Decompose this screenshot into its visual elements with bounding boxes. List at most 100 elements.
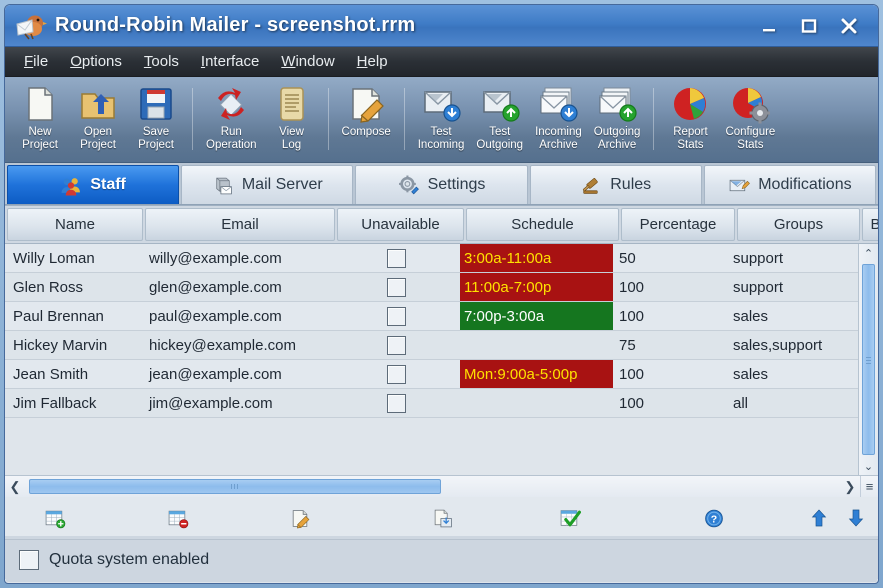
cell-unavailable[interactable] (333, 331, 460, 359)
cell-email[interactable]: glen@example.com (143, 273, 333, 301)
tab-staff[interactable]: Staff (7, 165, 180, 204)
cell-unavailable[interactable] (333, 273, 460, 301)
cell-email[interactable]: jean@example.com (143, 360, 333, 388)
cell-percentage[interactable]: 100 (613, 273, 727, 301)
toolbar-button-test-incoming[interactable]: Test Incoming (412, 80, 471, 162)
people-icon (60, 175, 82, 196)
table-row[interactable]: Paul Brennan paul@example.com 7:00p-3:00a 1… (5, 302, 878, 331)
cell-groups[interactable]: support (727, 273, 850, 301)
horizontal-scroll-track[interactable] (25, 476, 840, 497)
cell-percentage[interactable]: 75 (613, 331, 727, 359)
cell-groups[interactable]: support (727, 244, 850, 272)
cell-percentage[interactable]: 50 (613, 244, 727, 272)
scroll-up-button[interactable]: ⌃ (859, 244, 878, 262)
unavailable-checkbox[interactable] (387, 393, 406, 413)
column-header-schedule[interactable]: Schedule (466, 208, 619, 241)
schedule-badge[interactable]: Mon:9:00a-5:00p (460, 360, 613, 388)
cell-unavailable[interactable] (333, 244, 460, 272)
cell-name[interactable]: Hickey Marvin (7, 331, 143, 359)
cell-percentage[interactable]: 100 (613, 360, 727, 388)
unavailable-checkbox[interactable] (387, 306, 406, 326)
toolbar-button-run-operation[interactable]: Run Operation (200, 80, 263, 162)
toolbar-button-test-outgoing[interactable]: Test Outgoing (470, 80, 529, 162)
tab-rules[interactable]: Rules (529, 165, 702, 204)
cell-schedule[interactable]: 7:00p-3:00a (460, 302, 613, 330)
table-row[interactable]: Willy Loman willy@example.com 3:00a-11:00a… (5, 244, 878, 273)
vertical-scroll-thumb[interactable] (862, 264, 875, 455)
tab-settings[interactable]: Settings (355, 165, 528, 204)
schedule-badge[interactable]: 3:00a-11:00a (460, 244, 613, 272)
table-row[interactable]: Jean Smith jean@example.com Mon:9:00a-5:00… (5, 360, 878, 389)
minimize-button[interactable] (756, 13, 782, 39)
cell-name[interactable]: Willy Loman (7, 244, 143, 272)
column-header-email[interactable]: Email (145, 208, 335, 241)
close-button[interactable] (836, 13, 862, 39)
unavailable-checkbox[interactable] (387, 248, 406, 268)
toolbar-button-save-project[interactable]: Save Project (127, 80, 185, 162)
toolbar-button-configure-stats[interactable]: Configure Stats (719, 80, 781, 162)
tab-mail-server[interactable]: Mail Server (181, 165, 354, 204)
column-header-groups[interactable]: Groups (737, 208, 860, 241)
cell-schedule[interactable]: Mon:9:00a-5:00p (460, 360, 613, 388)
schedule-badge[interactable]: 11:00a-7:00p (460, 273, 613, 301)
cell-name[interactable]: Jim Fallback (7, 389, 143, 417)
cell-schedule[interactable] (460, 331, 613, 359)
cell-email[interactable]: jim@example.com (143, 389, 333, 417)
menu-item-window[interactable]: Window (270, 51, 345, 72)
tab-label: Staff (90, 176, 126, 193)
table-row[interactable]: Glen Ross glen@example.com 11:00a-7:00p 100… (5, 273, 878, 302)
menu-item-tools[interactable]: Tools (133, 51, 190, 72)
schedule-badge[interactable]: 7:00p-3:00a (460, 302, 613, 330)
vertical-scrollbar[interactable]: ⌃ ⌄ (858, 244, 878, 475)
column-header-b[interactable]: B( (862, 208, 878, 241)
menu-item-interface[interactable]: Interface (190, 51, 270, 72)
cell-email[interactable]: paul@example.com (143, 302, 333, 330)
column-header-name[interactable]: Name (7, 208, 143, 241)
menu-item-options[interactable]: Options (59, 51, 133, 72)
tab-modifications[interactable]: Modifications (703, 165, 877, 204)
unavailable-checkbox[interactable] (387, 364, 406, 384)
horizontal-scroll-thumb[interactable] (29, 479, 441, 494)
table-row[interactable]: Jim Fallback jim@example.com 100 all (5, 389, 878, 418)
cell-schedule[interactable]: 11:00a-7:00p (460, 273, 613, 301)
cell-percentage[interactable]: 100 (613, 389, 727, 417)
toolbar-button-incoming-archive[interactable]: Incoming Archive (529, 80, 588, 162)
table-row[interactable]: Hickey Marvin hickey@example.com 75 sales,s… (5, 331, 878, 360)
unavailable-checkbox[interactable] (387, 335, 406, 355)
cell-groups[interactable]: sales (727, 302, 850, 330)
cell-name[interactable]: Jean Smith (7, 360, 143, 388)
toolbar-button-open-project[interactable]: Open Project (69, 80, 127, 162)
cell-unavailable[interactable] (333, 360, 460, 388)
horizontal-scrollbar[interactable]: ❮ ❯ ≡ (5, 475, 878, 497)
column-header-unavailable[interactable]: Unavailable (337, 208, 464, 241)
menu-item-file[interactable]: File (13, 51, 59, 72)
cell-unavailable[interactable] (333, 389, 460, 417)
cell-unavailable[interactable] (333, 302, 460, 330)
scrollbar-grip[interactable]: ≡ (860, 476, 878, 497)
cell-name[interactable]: Glen Ross (7, 273, 143, 301)
unavailable-checkbox[interactable] (387, 277, 406, 297)
toolbar-button-new-project[interactable]: New Project (11, 80, 69, 162)
toolbar-button-view-log[interactable]: View Log (263, 80, 321, 162)
column-header-percentage[interactable]: Percentage (621, 208, 735, 241)
cell-groups[interactable]: all (727, 389, 850, 417)
cell-groups[interactable]: sales,support (727, 331, 850, 359)
quota-system-checkbox[interactable] (19, 549, 39, 570)
cell-name[interactable]: Paul Brennan (7, 302, 143, 330)
vertical-scroll-track[interactable] (859, 262, 878, 457)
scroll-right-button[interactable]: ❯ (840, 476, 860, 497)
scroll-left-button[interactable]: ❮ (5, 476, 25, 497)
menu-item-help[interactable]: Help (346, 51, 399, 72)
cell-email[interactable]: willy@example.com (143, 244, 333, 272)
cell-email[interactable]: hickey@example.com (143, 331, 333, 359)
maximize-button[interactable] (796, 13, 822, 39)
toolbar-button-report-stats[interactable]: Report Stats (661, 80, 719, 162)
cell-schedule[interactable]: 3:00a-11:00a (460, 244, 613, 272)
table-add-icon (44, 508, 66, 529)
scroll-down-button[interactable]: ⌄ (859, 457, 878, 475)
toolbar-button-compose[interactable]: Compose (336, 80, 397, 162)
cell-schedule[interactable] (460, 389, 613, 417)
cell-percentage[interactable]: 100 (613, 302, 727, 330)
cell-groups[interactable]: sales (727, 360, 850, 388)
toolbar-button-outgoing-archive[interactable]: Outgoing Archive (588, 80, 647, 162)
